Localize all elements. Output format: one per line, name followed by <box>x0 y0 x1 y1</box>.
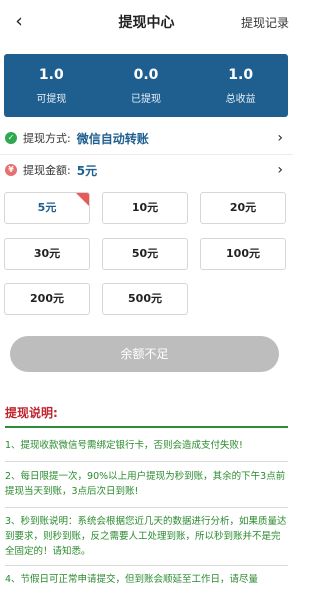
withdraw-record-link[interactable]: 提现记录 <box>241 14 289 31</box>
amount-option-5[interactable]: 5元 <box>4 192 90 224</box>
stat-total-earnings: 1.0 总收益 <box>193 54 288 117</box>
amount-option-30[interactable]: 30元 <box>4 238 90 270</box>
amount-label: 提现金额: <box>23 164 71 177</box>
notes-title: 提现说明: <box>5 406 58 420</box>
note-item: 1、提现收款微信号需绑定银行卡，否则会造成支付失败! <box>5 440 243 451</box>
note-item: 2、每日限提一次，90%以上用户提现为秒到账，其余的下午3点前提现当天到账，3点… <box>5 471 286 497</box>
amount-option-label: 5元 <box>37 201 57 214</box>
amount-option-label: 20元 <box>229 201 257 214</box>
amount-option-20[interactable]: 20元 <box>200 192 286 224</box>
stat-withdrawn: 0.0 已提现 <box>99 54 194 117</box>
check-circle-icon: ✓ <box>5 132 17 144</box>
chevron-right-icon: › <box>277 162 283 178</box>
note-item: 3、秒到账说明：系统会根据您近几天的数据进行分析，如果质量达到要求，则秒到账，反… <box>5 516 287 557</box>
amount-option-200[interactable]: 200元 <box>4 283 90 315</box>
divider <box>0 154 293 155</box>
amount-option-label: 30元 <box>33 247 61 260</box>
amount-option-label: 10元 <box>131 201 159 214</box>
amount-option-100[interactable]: 100元 <box>200 238 286 270</box>
balance-summary-card: 1.0 可提现 0.0 已提现 1.0 总收益 <box>4 54 288 117</box>
stat-available: 1.0 可提现 <box>4 54 99 117</box>
chevron-right-icon: › <box>277 130 283 146</box>
amount-option-label: 500元 <box>128 292 162 305</box>
stat-label: 可提现 <box>36 94 67 105</box>
amount-option-label: 200元 <box>30 292 64 305</box>
selected-corner-badge <box>75 193 89 207</box>
stat-label: 已提现 <box>131 94 161 105</box>
note-item: 4、节假日可正常申请提交，但到账会顺延至工作日，请尽量 <box>5 574 259 585</box>
divider <box>5 507 288 508</box>
amount-option-50[interactable]: 50元 <box>102 238 188 270</box>
stat-value: 0.0 <box>133 67 159 83</box>
amount-value: 5元 <box>76 163 98 178</box>
amount-option-label: 100元 <box>226 247 260 260</box>
amount-option-10[interactable]: 10元 <box>102 192 188 224</box>
stat-value: 1.0 <box>228 67 254 83</box>
stat-value: 1.0 <box>38 67 64 83</box>
yen-circle-icon: ¥ <box>5 164 17 176</box>
stat-label: 总收益 <box>225 94 256 105</box>
withdraw-method-row[interactable]: ✓ 提现方式: 微信自动转账 › <box>5 128 285 148</box>
method-value: 微信自动转账 <box>76 131 149 146</box>
header: ‹ 提现中心 提现记录 <box>0 0 293 44</box>
notes-title-underline <box>5 426 288 428</box>
amount-option-500[interactable]: 500元 <box>102 283 188 315</box>
divider <box>5 461 288 462</box>
amount-option-label: 50元 <box>131 247 159 260</box>
withdraw-amount-row[interactable]: ¥ 提现金额: 5元 › <box>5 160 285 180</box>
divider <box>5 565 288 566</box>
insufficient-balance-button[interactable]: 余额不足 <box>10 336 279 372</box>
method-label: 提现方式: <box>23 132 71 145</box>
